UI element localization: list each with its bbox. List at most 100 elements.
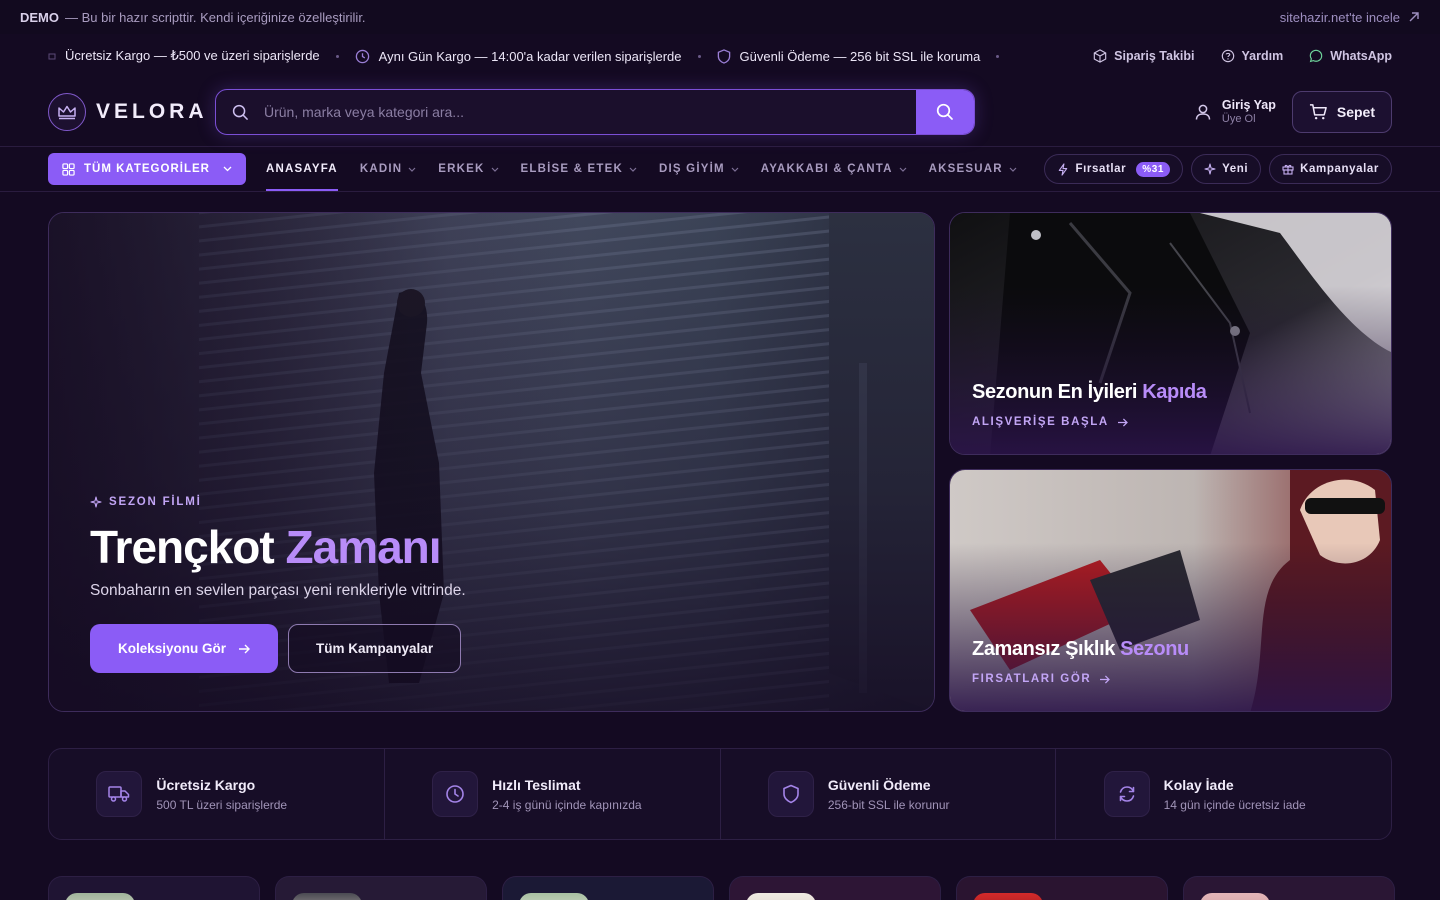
info-free-shipping: Ücretsiz Kargo — ₺500 ve üzeri siparişle… <box>48 48 320 64</box>
arrow-right-icon <box>1100 674 1111 684</box>
hero-content: SEZON FİLMİ Trençkot Zamanı Sonbaharın e… <box>90 496 466 673</box>
category-thumbnail <box>65 893 135 900</box>
arrow-right-icon <box>239 644 251 653</box>
user-icon <box>1195 104 1211 120</box>
help-link[interactable]: Yardım <box>1221 49 1283 63</box>
box-icon <box>1093 49 1107 63</box>
features-bar: Ücretsiz Kargo 500 TL üzeri siparişlerde… <box>48 748 1392 840</box>
promo-title: Sezonun En İyileri Kapıda <box>972 381 1207 404</box>
sparkle-icon <box>1204 163 1216 175</box>
category-thumbnail <box>292 893 362 900</box>
demo-label: DEMO <box>20 9 59 25</box>
deals-pill[interactable]: Fırsatlar %31 <box>1044 154 1184 184</box>
nav-label: KADIN <box>359 163 403 175</box>
help-circle-icon <box>1221 49 1234 63</box>
hero-section: SEZON FİLMİ Trençkot Zamanı Sonbaharın e… <box>48 212 1392 712</box>
arrow-up-right-icon <box>1409 12 1419 22</box>
deals-label: Fırsatlar <box>1075 163 1127 175</box>
chevron-down-icon <box>629 167 637 172</box>
campaigns-label: Kampanyalar <box>1300 163 1379 175</box>
start-shopping-link[interactable]: ALIŞVERİŞE BAŞLA <box>972 416 1207 428</box>
search-icon <box>936 103 953 120</box>
lightning-icon <box>1059 162 1068 176</box>
promo-title-main: Sezonun En İyileri <box>972 381 1138 403</box>
info-same-day: Aynı Gün Kargo — 14:00'a kadar verilen s… <box>355 49 682 64</box>
info-text: Aynı Gün Kargo — 14:00'a kadar verilen s… <box>378 48 682 64</box>
view-collection-button[interactable]: Koleksiyonu Gör <box>90 624 279 673</box>
category-card[interactable] <box>48 876 260 900</box>
grid-icon <box>62 162 75 176</box>
whatsapp-link[interactable]: WhatsApp <box>1309 49 1392 63</box>
main-nav: TÜM KATEGORİLER ANASAYFA KADIN ERKEK ELB… <box>0 146 1440 192</box>
hero-title-main: Trençkot <box>90 521 275 573</box>
hero-subtitle: Sonbaharın en sevilen parçası yeni renkl… <box>90 582 466 599</box>
feature-subtitle: 14 gün içinde ücretsiz iade <box>1163 797 1306 812</box>
demo-text: — Bu bir hazır scripttir. Kendi içeriğin… <box>65 9 366 25</box>
all-categories-button[interactable]: TÜM KATEGORİLER <box>48 153 246 185</box>
info-text: Güvenli Ödeme — 256 bit SSL ile koruma <box>739 48 981 64</box>
logo[interactable]: VELORA <box>48 93 215 131</box>
order-tracking-label: Sipariş Takibi <box>1114 49 1195 63</box>
feature-subtitle: 256-bit SSL ile korunur <box>827 797 950 812</box>
demo-link-label: sitehazir.net'te incele <box>1279 9 1400 25</box>
all-categories-label: TÜM KATEGORİLER <box>84 163 210 175</box>
search-button[interactable] <box>916 90 974 134</box>
search-input[interactable] <box>264 104 916 120</box>
category-card[interactable] <box>1183 876 1395 900</box>
category-thumbnail <box>973 893 1043 900</box>
info-secure-payment: Güvenli Ödeme — 256 bit SSL ile koruma <box>717 48 981 64</box>
all-campaigns-button[interactable]: Tüm Kampanyalar <box>288 624 462 673</box>
promo-card-leather[interactable]: Sezonun En İyileri Kapıda ALIŞVERİŞE BAŞ… <box>949 212 1392 455</box>
whatsapp-label: WhatsApp <box>1330 49 1392 63</box>
gift-icon <box>1282 164 1294 175</box>
feature-title: Hızlı Teslimat <box>492 776 581 793</box>
separator-dot <box>996 54 1000 58</box>
feature-subtitle: 2-4 iş günü içinde kapınızda <box>492 797 642 812</box>
campaigns-pill[interactable]: Kampanyalar <box>1269 154 1392 184</box>
nav-home[interactable]: ANASAYFA <box>266 147 338 191</box>
cart-icon <box>1309 104 1327 120</box>
see-deals-link[interactable]: FIRSATLARI GÖR <box>972 673 1189 685</box>
feature-title: Kolay İade <box>1163 776 1234 793</box>
feature-fast-delivery: Hızlı Teslimat 2-4 iş günü içinde kapını… <box>385 749 721 839</box>
new-label: Yeni <box>1222 163 1249 175</box>
clock-icon <box>432 771 479 817</box>
hero-banner[interactable]: SEZON FİLMİ Trençkot Zamanı Sonbaharın e… <box>48 212 935 712</box>
search-bar <box>215 89 975 135</box>
separator-dot <box>697 54 701 58</box>
account-button[interactable]: Giriş Yap Üye Ol <box>1194 98 1276 125</box>
truck-small-icon <box>48 53 56 60</box>
promo-card-elegance[interactable]: Zamansız Şıklık Sezonu FIRSATLARI GÖR <box>949 469 1392 712</box>
shield-icon <box>717 48 730 64</box>
category-card[interactable] <box>956 876 1168 900</box>
nav-men[interactable]: ERKEK <box>438 147 498 191</box>
header: VELORA Giriş Yap Üye Ol Sepet <box>0 78 1440 146</box>
deals-badge: %31 <box>1136 161 1171 177</box>
new-pill[interactable]: Yeni <box>1191 154 1262 184</box>
nav-shoes-bags[interactable]: AYAKKABI & ÇANTA <box>761 147 907 191</box>
promo-link-label: FIRSATLARI GÖR <box>972 673 1092 685</box>
category-card[interactable] <box>729 876 941 900</box>
category-card[interactable] <box>502 876 714 900</box>
category-card[interactable] <box>275 876 487 900</box>
logo-text: VELORA <box>96 100 208 123</box>
separator-dot <box>335 54 339 58</box>
refresh-icon <box>1103 771 1150 817</box>
order-tracking-link[interactable]: Sipariş Takibi <box>1093 49 1195 63</box>
arrow-right-icon <box>1117 417 1128 427</box>
nav-women[interactable]: KADIN <box>360 147 416 191</box>
hero-eyebrow: SEZON FİLMİ <box>90 496 466 508</box>
hero-title: Trençkot Zamanı <box>90 520 466 574</box>
cart-label: Sepet <box>1336 104 1375 120</box>
promo-title-highlight: Sezonu <box>1120 638 1189 660</box>
nav-label: ANASAYFA <box>266 163 338 175</box>
chevron-down-icon <box>899 167 907 172</box>
nav-outerwear[interactable]: DIŞ GİYİM <box>659 147 739 191</box>
cart-button[interactable]: Sepet <box>1291 91 1392 133</box>
nav-label: DIŞ GİYİM <box>659 163 725 175</box>
demo-link[interactable]: sitehazir.net'te incele <box>1280 10 1420 25</box>
chevron-down-icon <box>408 167 416 172</box>
nav-dresses-skirts[interactable]: ELBİSE & ETEK <box>521 147 638 191</box>
chevron-down-icon <box>223 166 232 172</box>
nav-accessories[interactable]: AKSESUAR <box>929 147 1017 191</box>
